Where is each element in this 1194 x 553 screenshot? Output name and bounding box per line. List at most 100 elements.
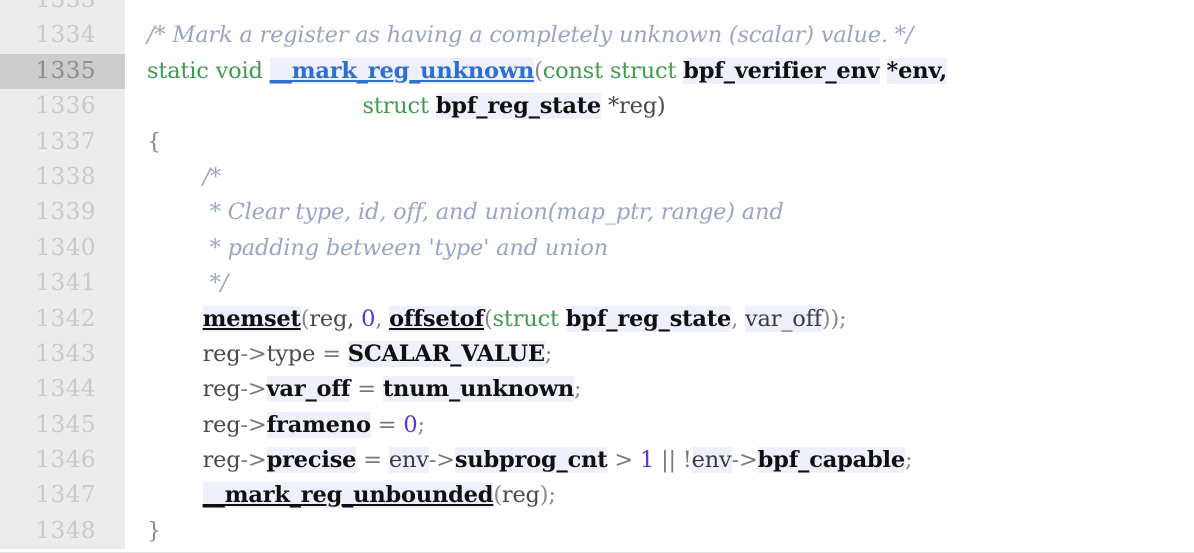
code-line-1343[interactable]: reg->type = SCALAR_VALUE; bbox=[125, 337, 1194, 372]
identifier-reg-3: reg bbox=[202, 411, 241, 438]
identifier-env[interactable]: env bbox=[388, 447, 429, 474]
semicolon-3: ; bbox=[417, 411, 425, 438]
member-link-precise[interactable]: precise bbox=[266, 447, 356, 474]
line-number-1334[interactable]: 1334 bbox=[0, 18, 125, 54]
arrow-operator-2: -> bbox=[240, 376, 267, 403]
line-number-1341[interactable]: 1341 bbox=[0, 266, 125, 302]
arrow-operator-5: -> bbox=[428, 447, 455, 474]
line-number-gutter: 1333 1334 1335 1336 1337 1338 1339 1340 … bbox=[0, 0, 125, 550]
type-link-bpf-verifier-env[interactable]: bpf_verifier_env bbox=[683, 57, 880, 84]
arrow-operator-6: -> bbox=[731, 447, 758, 474]
param-env: *env, bbox=[886, 57, 948, 84]
paren-open-unbounded: ( bbox=[493, 482, 502, 509]
code-line-1335[interactable]: static void __mark_reg_unknown(const str… bbox=[125, 54, 1194, 89]
logical-or-operator: || bbox=[661, 447, 676, 474]
member-link-subprog-cnt[interactable]: subprog_cnt bbox=[454, 447, 608, 474]
keyword-const: const bbox=[542, 57, 603, 84]
line-number-1335[interactable]: 1335 bbox=[0, 53, 125, 90]
brace-open: { bbox=[147, 128, 162, 155]
code-line-1338[interactable]: /* bbox=[125, 160, 1194, 195]
line-number-1345[interactable]: 1345 bbox=[0, 407, 125, 444]
source-code-viewer[interactable]: 1333 1334 1335 1336 1337 1338 1339 1340 … bbox=[0, 0, 1194, 553]
line-number-1342[interactable]: 1342 bbox=[0, 301, 125, 337]
semicolon-2: ; bbox=[574, 376, 582, 403]
member-link-bpf-capable[interactable]: bpf_capable bbox=[757, 447, 905, 474]
comment-open-token: /* bbox=[202, 163, 222, 190]
line-number-1338[interactable]: 1338 bbox=[0, 159, 125, 196]
function-link-offsetof[interactable]: offsetof bbox=[389, 305, 484, 332]
keyword-struct: struct bbox=[609, 57, 677, 84]
comma-token: , bbox=[375, 305, 383, 332]
identifier-env-2[interactable]: env bbox=[691, 447, 732, 474]
code-line-1346[interactable]: reg->precise = env->subprog_cnt > 1 || !… bbox=[125, 443, 1194, 478]
comma-token-2: , bbox=[731, 305, 739, 332]
number-zero-2: 0 bbox=[403, 411, 418, 438]
equals-operator-2: = bbox=[357, 376, 376, 403]
brace-close: } bbox=[147, 517, 162, 544]
line-number-1333[interactable]: 1333 bbox=[0, 0, 125, 19]
identifier-reg-2: reg bbox=[202, 376, 241, 403]
identifier-reg-4: reg bbox=[202, 447, 241, 474]
line-number-1340[interactable]: 1340 bbox=[0, 230, 125, 267]
line-number-1337[interactable]: 1337 bbox=[0, 124, 125, 160]
code-content[interactable]: /* Mark a register as having a completel… bbox=[125, 0, 1194, 549]
paren-open-offsetof: ( bbox=[483, 305, 493, 332]
member-link-var-off[interactable]: var_off bbox=[266, 376, 350, 403]
code-line-1336[interactable]: struct bpf_reg_state *reg) bbox=[125, 89, 1194, 124]
equals-operator-4: = bbox=[363, 447, 382, 474]
keyword-static: static bbox=[147, 57, 209, 84]
function-link-memset[interactable]: memset bbox=[202, 305, 301, 332]
paren-close-semi: ); bbox=[539, 482, 556, 509]
comment-token: /* Mark a register as having a completel… bbox=[147, 22, 914, 49]
type-link-bpf-reg-state-2[interactable]: bpf_reg_state bbox=[565, 305, 731, 332]
code-line-1333[interactable] bbox=[125, 0, 1194, 18]
code-line-1337[interactable]: { bbox=[125, 125, 1194, 160]
equals-operator: = bbox=[322, 340, 341, 367]
comment-close-token: */ bbox=[209, 270, 229, 297]
line-number-1348[interactable]: 1348 bbox=[0, 513, 125, 550]
code-line-1334[interactable]: /* Mark a register as having a completel… bbox=[125, 18, 1194, 53]
arrow-operator: -> bbox=[240, 340, 267, 367]
code-line-1345[interactable]: reg->frameno = 0; bbox=[125, 408, 1194, 443]
macro-link-scalar-value[interactable]: SCALAR_VALUE bbox=[347, 340, 545, 367]
code-line-1342[interactable]: memset(reg, 0, offsetof(struct bpf_reg_s… bbox=[125, 302, 1194, 337]
code-line-1347[interactable]: __mark_reg_unbounded(reg); bbox=[125, 478, 1194, 513]
line-number-1346[interactable]: 1346 bbox=[0, 443, 125, 479]
macro-link-tnum-unknown[interactable]: tnum_unknown bbox=[382, 376, 574, 403]
comment-token-1339: * Clear type, id, off, and union(map_ptr… bbox=[209, 199, 784, 226]
greater-than-operator: > bbox=[614, 447, 634, 474]
function-link-mark-reg-unbounded[interactable]: __mark_reg_unbounded bbox=[202, 482, 494, 509]
number-zero: 0 bbox=[361, 305, 376, 332]
equals-operator-3: = bbox=[377, 411, 397, 438]
arrow-operator-4: -> bbox=[240, 447, 267, 474]
semicolon-4: ; bbox=[905, 447, 913, 474]
line-number-1344[interactable]: 1344 bbox=[0, 372, 125, 408]
paren-open: ( bbox=[534, 57, 543, 84]
line-number-1347[interactable]: 1347 bbox=[0, 478, 125, 514]
arg-reg: reg, bbox=[309, 305, 355, 332]
code-line-1341[interactable]: */ bbox=[125, 266, 1194, 301]
member-link-frameno[interactable]: frameno bbox=[266, 411, 371, 438]
semicolon: ; bbox=[544, 340, 553, 367]
line-number-1336[interactable]: 1336 bbox=[0, 89, 125, 125]
identifier-reg: reg bbox=[202, 340, 241, 367]
keyword-struct-3: struct bbox=[492, 305, 559, 332]
code-line-1348[interactable]: } bbox=[125, 514, 1194, 549]
line-number-1339[interactable]: 1339 bbox=[0, 195, 125, 231]
line-number-1343[interactable]: 1343 bbox=[0, 336, 125, 373]
function-link-mark-reg-unknown[interactable]: __mark_reg_unknown bbox=[269, 57, 534, 84]
param-reg: *reg) bbox=[608, 93, 666, 120]
code-line-1339[interactable]: * Clear type, id, off, and union(map_ptr… bbox=[125, 195, 1194, 230]
number-one: 1 bbox=[640, 447, 655, 474]
keyword-void: void bbox=[215, 57, 263, 84]
comment-token-1340: * padding between 'type' and union bbox=[209, 234, 609, 261]
close-parens: )); bbox=[821, 305, 847, 332]
keyword-struct-2: struct bbox=[362, 93, 429, 120]
code-line-1344[interactable]: reg->var_off = tnum_unknown; bbox=[125, 372, 1194, 407]
arrow-operator-3: -> bbox=[240, 411, 267, 438]
member-var-off-arg[interactable]: var_off bbox=[744, 305, 822, 332]
type-link-bpf-reg-state[interactable]: bpf_reg_state bbox=[435, 93, 601, 120]
arg-reg-2: reg bbox=[501, 482, 540, 509]
code-line-1340[interactable]: * padding between 'type' and union bbox=[125, 231, 1194, 266]
member-type[interactable]: type bbox=[267, 341, 316, 367]
